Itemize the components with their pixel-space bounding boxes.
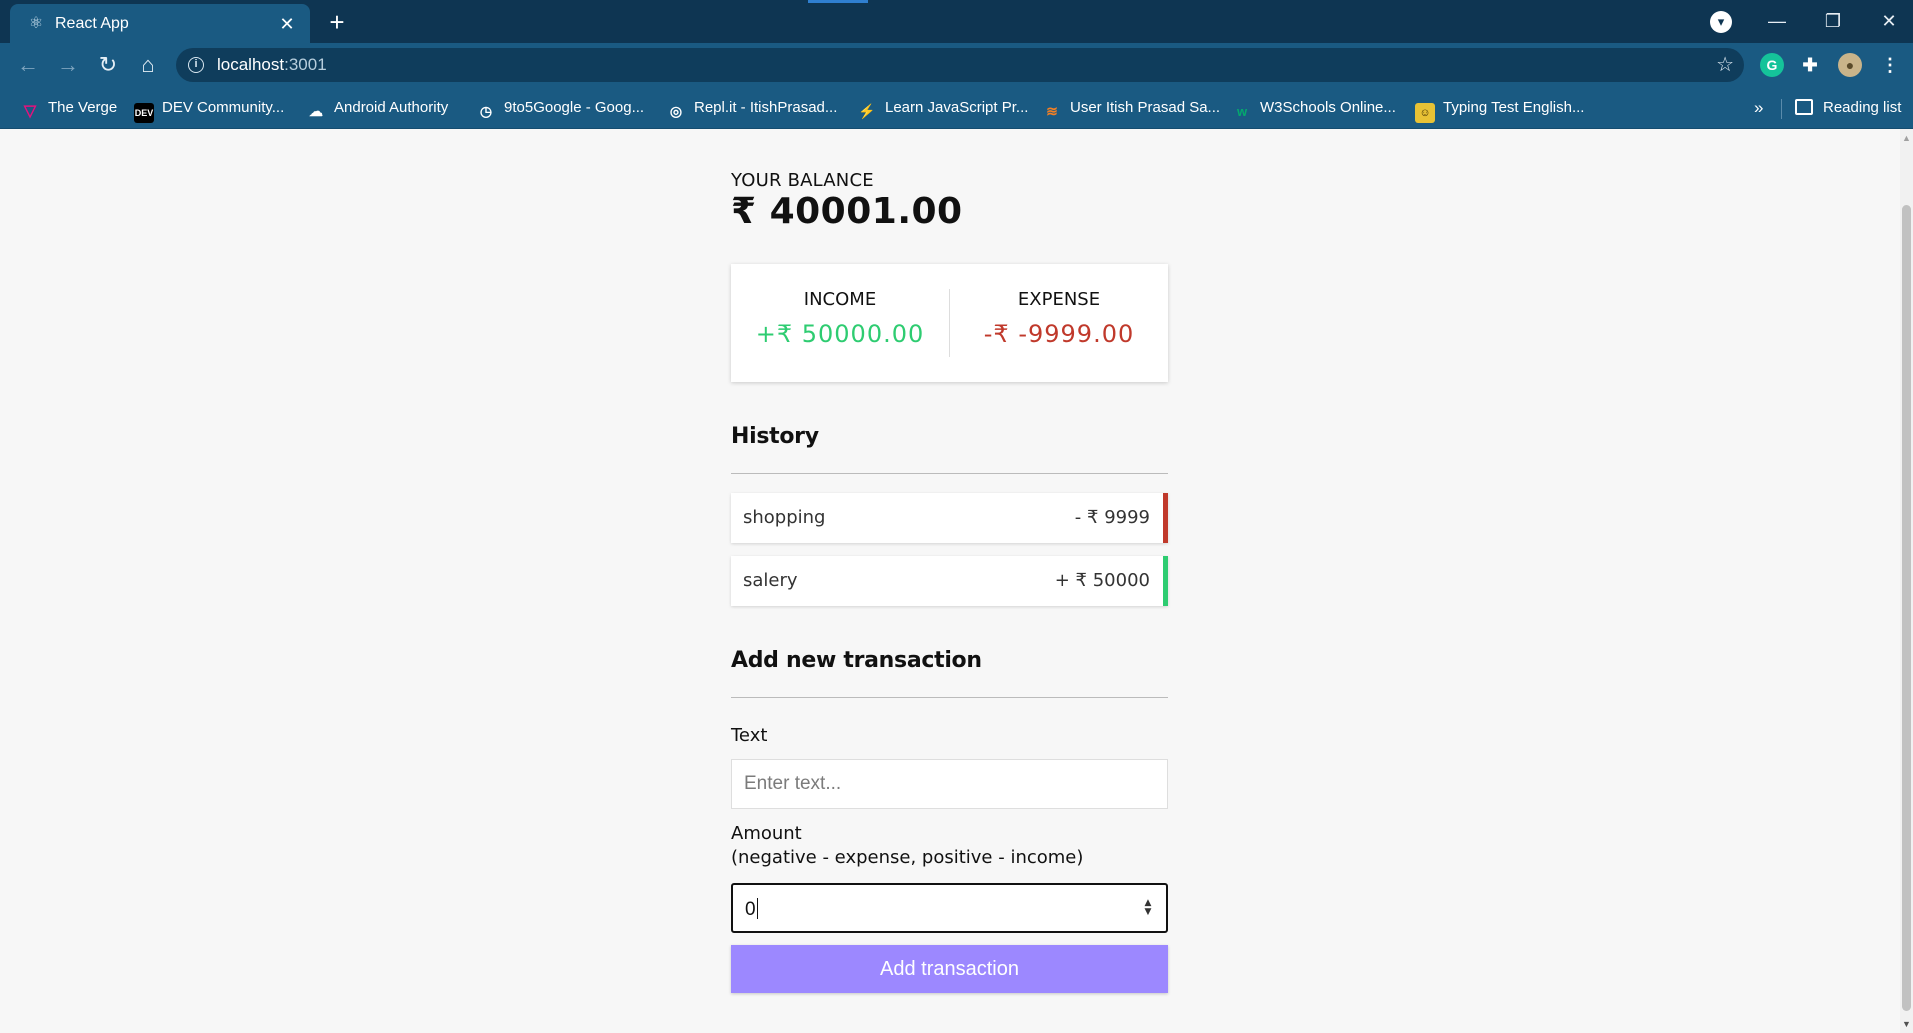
history-divider	[731, 473, 1168, 474]
bookmark-9to5google[interactable]: ◷ 9to5Google - Goog...	[476, 96, 644, 120]
add-transaction-divider	[731, 697, 1168, 698]
expense-column: EXPENSE -₹ -9999.00	[950, 264, 1168, 382]
bookmark-star-icon[interactable]: ☆	[1716, 54, 1734, 76]
extensions-puzzle-icon[interactable]: ✚	[1798, 53, 1822, 77]
scroll-down-icon[interactable]: ▼	[1902, 1019, 1911, 1029]
expense-value: -₹ -9999.00	[983, 320, 1135, 348]
grammarly-icon[interactable]: G	[1760, 53, 1784, 77]
android-authority-icon: ☁	[309, 103, 323, 119]
balance-amount: ₹ 40001.00	[731, 191, 963, 232]
forward-arrow-icon[interactable]: →	[52, 49, 84, 81]
avatar[interactable]: ●	[1838, 53, 1862, 77]
bookmarks-divider	[1781, 99, 1782, 119]
browser-toolbar: ← → ↻ ⌂ i localhost:3001 ☆	[0, 43, 1913, 87]
text-caret	[756, 898, 758, 919]
home-icon[interactable]: ⌂	[132, 49, 164, 81]
url-text[interactable]: localhost:3001	[217, 56, 327, 74]
bookmark-typing-test[interactable]: ☺ Typing Test English...	[1415, 96, 1584, 123]
typing-icon: ☺	[1415, 103, 1435, 123]
browser-tab-strip: ⚛ React App ✕ + ▾ — ❐ ✕	[0, 0, 1913, 43]
bookmark-stackoverflow-user[interactable]: ≋ User Itish Prasad Sa...	[1042, 96, 1220, 120]
info-icon[interactable]: i	[188, 57, 204, 73]
address-bar[interactable]: i localhost:3001 ☆	[176, 48, 1744, 82]
verge-icon: ▽	[23, 103, 37, 120]
page-viewport: YOUR BALANCE ₹ 40001.00 INCOME +₹ 50000.…	[0, 129, 1900, 1033]
tab-indicator	[808, 0, 868, 3]
more-bookmarks-icon[interactable]: »	[1754, 96, 1763, 120]
bookmark-android-authority[interactable]: ☁ Android Authority	[306, 96, 448, 120]
reading-list-button[interactable]: Reading list	[1795, 96, 1901, 120]
bookmark-w3schools[interactable]: w W3Schools Online...	[1232, 96, 1396, 120]
amount-field-label: Amount	[731, 823, 802, 844]
income-indicator-bar	[1163, 556, 1168, 606]
w3schools-icon: w	[1236, 104, 1248, 119]
number-spinner-icon[interactable]: ▲ ▼	[1142, 899, 1154, 919]
bookmark-dev-community[interactable]: DEV DEV Community...	[134, 96, 284, 123]
add-transaction-heading: Add new transaction	[731, 648, 982, 673]
minimize-button[interactable]: —	[1757, 6, 1797, 36]
amount-value: 0	[745, 898, 758, 920]
bookmark-the-verge[interactable]: ▽ The Verge	[20, 96, 117, 120]
menu-kebab-icon[interactable]: ⋮	[1878, 53, 1902, 77]
transaction-text: salery	[743, 570, 798, 591]
reading-list-icon	[1795, 99, 1813, 115]
scroll-up-icon[interactable]: ▲	[1902, 133, 1911, 143]
income-value: +₹ 50000.00	[755, 320, 925, 348]
expense-indicator-bar	[1163, 493, 1168, 543]
scrollbar-thumb[interactable]	[1902, 205, 1911, 1011]
bookmark-replit[interactable]: ◎ Repl.it - ItishPrasad...	[666, 96, 838, 120]
new-tab-button[interactable]: +	[322, 8, 352, 36]
close-window-button[interactable]: ✕	[1869, 6, 1909, 36]
react-icon: ⚛	[28, 15, 44, 32]
text-field[interactable]	[731, 759, 1168, 809]
bookmarks-bar: ▽ The Verge DEV DEV Community... ☁ Android …	[0, 87, 1913, 129]
back-arrow-icon[interactable]: ←	[12, 49, 44, 81]
list-item[interactable]: salery + ₹ 50000	[731, 556, 1168, 606]
close-tab-icon[interactable]: ✕	[276, 13, 298, 35]
scrimba-icon: ⚡	[858, 103, 876, 119]
page-scrollbar[interactable]: ▲ ▼	[1900, 129, 1913, 1033]
tab-title: React App	[55, 15, 129, 32]
list-item[interactable]: shopping - ₹ 9999	[731, 493, 1168, 543]
income-column: INCOME +₹ 50000.00	[731, 264, 949, 382]
stackoverflow-icon: ≋	[1046, 103, 1058, 119]
income-expense-card: INCOME +₹ 50000.00 EXPENSE -₹ -9999.00	[731, 264, 1168, 382]
replit-icon: ◎	[669, 103, 683, 119]
transaction-amount: + ₹ 50000	[1054, 570, 1150, 591]
text-field-label: Text	[731, 725, 768, 746]
bookmark-learn-javascript[interactable]: ⚡ Learn JavaScript Pr...	[857, 96, 1028, 120]
amount-field-hint: (negative - expense, positive - income)	[731, 847, 1084, 868]
transaction-text: shopping	[743, 507, 826, 528]
transaction-amount: - ₹ 9999	[1074, 507, 1150, 528]
browser-tab[interactable]: ⚛ React App ✕	[10, 4, 310, 43]
amount-field[interactable]: 0 ▲ ▼	[731, 883, 1168, 933]
add-transaction-button[interactable]: Add transaction	[731, 945, 1168, 993]
history-heading: History	[731, 424, 819, 449]
expense-label: EXPENSE	[1017, 289, 1101, 310]
clock-icon: ◷	[479, 103, 493, 119]
dev-icon: DEV	[134, 103, 154, 123]
reload-icon[interactable]: ↻	[92, 49, 124, 81]
income-label: INCOME	[803, 289, 877, 310]
restore-button[interactable]: ❐	[1813, 6, 1853, 36]
balance-title: YOUR BALANCE	[731, 170, 874, 191]
tab-search-icon[interactable]: ▾	[1710, 11, 1732, 33]
